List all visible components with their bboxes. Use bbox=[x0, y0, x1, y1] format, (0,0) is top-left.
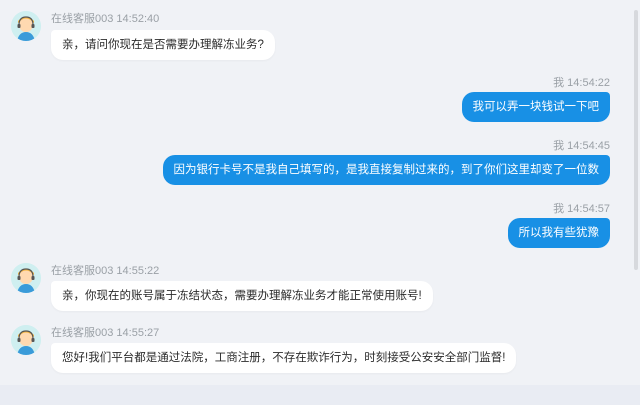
sender-name: 在线客服003 bbox=[51, 265, 114, 277]
scrollbar-thumb[interactable] bbox=[634, 10, 638, 270]
message-time: 14:55:27 bbox=[116, 327, 160, 339]
sender-name: 我 bbox=[553, 77, 565, 89]
outgoing-message-bubble: 我可以弄一块钱试一下吧 bbox=[461, 92, 610, 122]
agent-avatar-icon bbox=[11, 263, 41, 293]
chat-scrollbar[interactable] bbox=[632, 0, 640, 405]
message-time: 14:55:22 bbox=[116, 265, 160, 277]
message-meta: 在线客服003 14:55:27 bbox=[51, 324, 159, 340]
message-time: 14:54:57 bbox=[567, 203, 610, 215]
incoming-message-bubble: 亲，请问你现在是否需要办理解冻业务? bbox=[51, 30, 275, 60]
sender-name: 我 bbox=[553, 203, 565, 215]
agent-avatar-icon bbox=[11, 325, 41, 355]
message-meta: 在线客服003 14:52:40 bbox=[51, 10, 159, 26]
sender-name: 在线客服003 bbox=[51, 327, 114, 339]
message-meta: 我 14:54:57 bbox=[553, 200, 610, 216]
chat-window: 在线客服003 14:52:40 亲，请问你现在是否需要办理解冻业务? 我 14… bbox=[0, 0, 632, 405]
input-area-edge bbox=[0, 385, 640, 405]
sender-name: 在线客服003 bbox=[51, 13, 114, 25]
outgoing-message-bubble: 因为银行卡号不是我自己填写的，是我直接复制过来的，到了你们这里却变了一位数 bbox=[162, 155, 610, 185]
message-meta: 我 14:54:45 bbox=[553, 137, 610, 153]
outgoing-message-bubble: 所以我有些犹豫 bbox=[507, 218, 610, 248]
incoming-message-bubble: 亲，你现在的账号属于冻结状态，需要办理解冻业务才能正常使用账号! bbox=[51, 281, 433, 311]
incoming-message-bubble: 您好!我们平台都是通过法院，工商注册，不存在欺诈行为，时刻接受公安安全部门监督! bbox=[51, 343, 517, 373]
message-time: 14:54:22 bbox=[567, 77, 610, 89]
message-time: 14:54:45 bbox=[567, 140, 610, 152]
message-meta: 我 14:54:22 bbox=[553, 74, 610, 90]
agent-avatar-icon bbox=[11, 11, 41, 41]
sender-name: 我 bbox=[553, 140, 565, 152]
message-time: 14:52:40 bbox=[116, 13, 160, 25]
message-meta: 在线客服003 14:55:22 bbox=[51, 262, 159, 278]
